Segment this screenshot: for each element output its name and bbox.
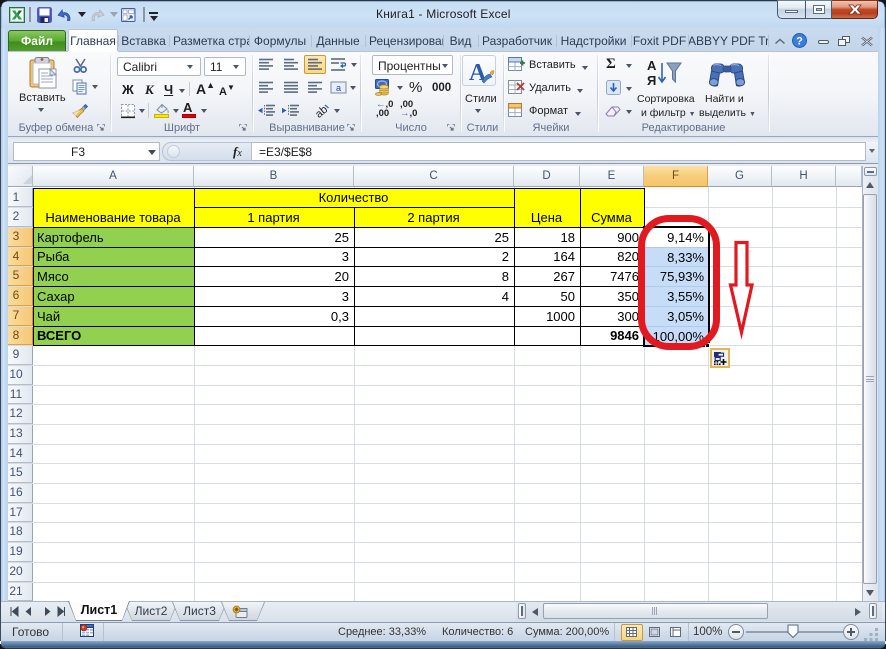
- svg-text:a: a: [336, 83, 341, 93]
- svg-text:?: ?: [796, 35, 803, 47]
- svg-text:ab: ab: [313, 104, 330, 118]
- svg-text:Я: Я: [647, 73, 656, 88]
- svg-text:А: А: [647, 58, 657, 73]
